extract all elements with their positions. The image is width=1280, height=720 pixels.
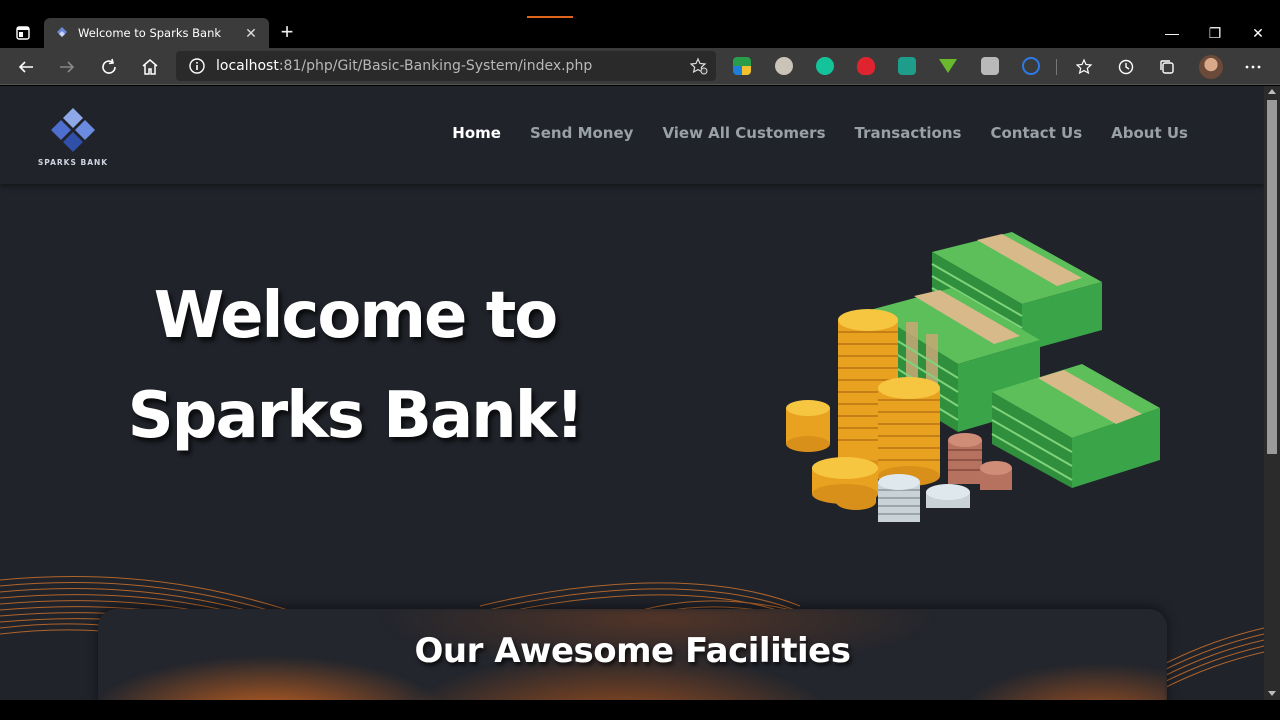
refresh-icon — [102, 58, 116, 74]
url-host: localhost — [216, 58, 279, 74]
url-path: :81/php/Git/Basic-Banking-System/index.p… — [278, 58, 593, 74]
extension-1-icon[interactable] — [733, 57, 751, 75]
history-button[interactable] — [1111, 52, 1141, 82]
window-bottom-edge — [0, 700, 1280, 720]
favorites-button[interactable] — [1070, 52, 1100, 82]
refresh-button[interactable] — [94, 52, 124, 82]
extension-7-icon[interactable] — [981, 57, 999, 75]
arrow-left-icon — [18, 61, 33, 73]
toolbar-separator — [1056, 59, 1057, 75]
nav-contact-us[interactable]: Contact Us — [990, 124, 1082, 142]
minimize-button[interactable]: — — [1150, 18, 1194, 48]
browser-window: Welcome to Sparks Bank ✕ + — ❐ ✕ localho… — [0, 0, 1280, 720]
browser-toolbar: localhost:81/php/Git/Basic-Banking-Syste… — [0, 48, 1280, 85]
add-favorite-icon[interactable] — [689, 57, 708, 75]
money-illustration — [786, 232, 1160, 522]
close-window-button[interactable]: ✕ — [1236, 18, 1280, 48]
logo-diamond-icon — [51, 108, 95, 152]
collections-icon — [1160, 60, 1174, 74]
hero-line-2: Sparks Bank! — [127, 379, 585, 453]
history-icon — [1118, 59, 1134, 75]
scrollbar-thumb[interactable] — [1267, 100, 1277, 454]
extension-2-icon[interactable] — [775, 57, 793, 75]
restore-button[interactable]: ❐ — [1193, 18, 1237, 48]
hero-heading: Welcome to Sparks Bank! — [110, 266, 600, 466]
check-circle-icon[interactable] — [1022, 57, 1040, 75]
nav-transactions[interactable]: Transactions — [855, 124, 962, 142]
facilities-section: Our Awesome Facilities — [98, 609, 1167, 700]
tab-strip: Welcome to Sparks Bank ✕ + — ❐ ✕ — [0, 0, 1280, 48]
adblock-icon[interactable] — [857, 57, 875, 75]
nav-view-all-customers[interactable]: View All Customers — [662, 124, 825, 142]
nav-send-money[interactable]: Send Money — [530, 124, 633, 142]
nav-home[interactable]: Home — [452, 124, 501, 142]
more-menu-button[interactable] — [1238, 52, 1268, 82]
site-logo[interactable]: SPARKS BANK — [34, 106, 112, 170]
nav-about-us[interactable]: About Us — [1111, 124, 1188, 142]
logo-brand-text: SPARKS BANK — [37, 158, 109, 167]
grammarly-icon[interactable] — [816, 57, 834, 75]
site-favicon-icon — [54, 25, 70, 41]
facilities-heading: Our Awesome Facilities — [414, 631, 851, 671]
address-bar[interactable]: localhost:81/php/Git/Basic-Banking-Syste… — [176, 51, 716, 81]
more-icon — [1245, 65, 1261, 69]
home-button[interactable] — [135, 52, 165, 82]
scroll-down-icon[interactable] — [1268, 691, 1276, 696]
accent-line — [527, 16, 573, 18]
info-icon[interactable] — [188, 57, 206, 75]
tab-title: Welcome to Sparks Bank — [78, 26, 222, 40]
download-icon[interactable] — [939, 59, 957, 73]
tab-actions-icon — [16, 26, 30, 40]
scroll-up-icon[interactable] — [1268, 89, 1276, 94]
tab-close-icon[interactable]: ✕ — [243, 25, 259, 41]
arrow-right-icon — [60, 61, 75, 73]
tab-active[interactable]: Welcome to Sparks Bank ✕ — [44, 18, 269, 48]
profile-avatar[interactable] — [1199, 55, 1223, 79]
url-text: localhost:81/php/Git/Basic-Banking-Syste… — [216, 58, 592, 74]
back-button[interactable] — [11, 52, 41, 82]
forward-button[interactable] — [52, 52, 82, 82]
hero-line-1: Welcome to — [153, 279, 559, 353]
new-tab-button[interactable]: + — [275, 21, 299, 45]
tab-actions-button[interactable] — [8, 18, 38, 48]
favorites-icon — [1076, 58, 1093, 75]
collections-button[interactable] — [1152, 52, 1182, 82]
extension-5-icon[interactable] — [898, 57, 916, 75]
page-viewport: SPARKS BANK Home Send Money View All Cus… — [0, 86, 1264, 700]
home-icon — [142, 59, 158, 75]
main-nav: Home Send Money View All Customers Trans… — [452, 124, 1188, 142]
page-scrollbar[interactable] — [1264, 86, 1280, 700]
site-navbar: SPARKS BANK Home Send Money View All Cus… — [0, 86, 1264, 184]
